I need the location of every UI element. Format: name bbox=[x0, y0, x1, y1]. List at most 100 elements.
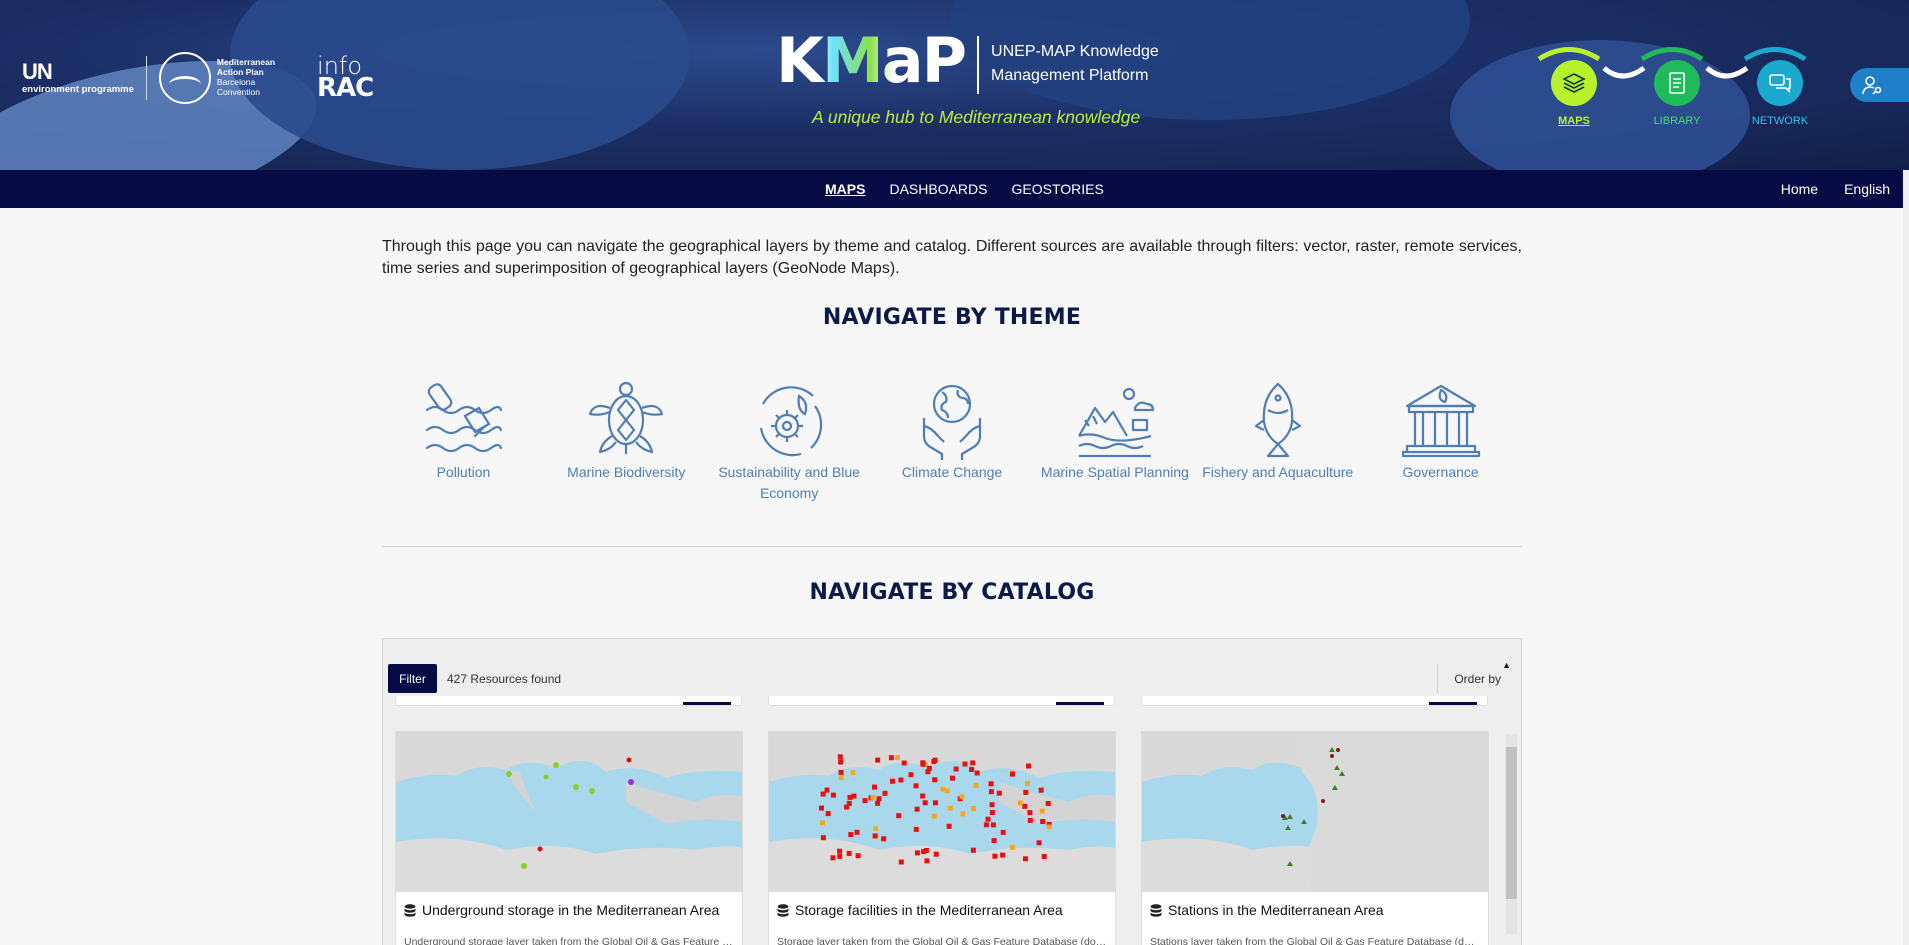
map-marker bbox=[988, 789, 994, 795]
portal-maps-label: MAPS bbox=[1558, 115, 1590, 127]
theme-label: Sustainability and Blue Economy bbox=[718, 464, 860, 501]
map-marker bbox=[914, 850, 920, 856]
map-marker bbox=[991, 838, 997, 844]
theme-pollution[interactable]: Pollution bbox=[382, 380, 545, 504]
map-marker bbox=[1041, 854, 1047, 859]
map-marker bbox=[1040, 819, 1046, 824]
map-marker bbox=[838, 759, 844, 765]
map-marker bbox=[947, 805, 953, 811]
nav-maps[interactable]: MAPS bbox=[825, 181, 865, 197]
theme-governance[interactable]: Governance bbox=[1359, 380, 1522, 504]
map-marker bbox=[913, 826, 919, 832]
map-marker bbox=[988, 781, 994, 787]
resource-card[interactable]: Storage facilities in the Mediterranean … bbox=[768, 731, 1116, 945]
map-marker bbox=[946, 823, 952, 829]
map-marker bbox=[888, 755, 894, 761]
map-marker bbox=[1022, 803, 1028, 809]
map-thumbnail[interactable] bbox=[396, 732, 742, 892]
catalog-section-title: NAVIGATE BY CATALOG bbox=[809, 580, 1095, 605]
un-logo-top: UN bbox=[22, 59, 53, 85]
database-icon bbox=[1150, 903, 1162, 917]
resource-card[interactable]: Underground storage in the Mediterranean… bbox=[395, 731, 743, 945]
theme-label: Fishery and Aquaculture bbox=[1202, 464, 1354, 480]
nav-home[interactable]: Home bbox=[1781, 181, 1818, 197]
card-title[interactable]: Underground storage in the Mediterranean… bbox=[422, 902, 719, 918]
map-marker bbox=[901, 760, 907, 766]
map-marker bbox=[1025, 781, 1031, 787]
map-marker bbox=[1039, 808, 1045, 814]
collapse-caret-icon[interactable]: ▲ bbox=[1502, 660, 1511, 670]
fish-icon bbox=[1254, 382, 1301, 458]
catalog-scrollbar-thumb[interactable] bbox=[1506, 747, 1517, 899]
portal-library-link[interactable]: LIBRARY bbox=[1637, 60, 1717, 127]
map-marker bbox=[837, 848, 843, 854]
resource-card[interactable]: Stations in the Mediterranean Area Stati… bbox=[1141, 731, 1489, 945]
map-marker bbox=[819, 805, 824, 811]
nav-geostories[interactable]: GEOSTORIES bbox=[1011, 181, 1103, 197]
card-description: Stations layer taken from the Global Oil… bbox=[1150, 936, 1480, 945]
catalog-panel: Filter 427 Resources found Order by ▲ Un… bbox=[382, 638, 1522, 945]
main-navbar: MAPS DASHBOARDS GEOSTORIES Home English bbox=[0, 170, 1903, 208]
document-icon bbox=[1654, 60, 1700, 106]
map-preview bbox=[1142, 732, 1488, 892]
map-marker bbox=[924, 858, 930, 864]
map-marker bbox=[895, 755, 900, 760]
brand-divider bbox=[977, 36, 980, 94]
map-marker bbox=[1026, 763, 1031, 769]
catalog-toolbar: Filter 427 Resources found Order by ▲ bbox=[388, 660, 1513, 694]
map-marker bbox=[870, 794, 876, 800]
page-scrollbar[interactable] bbox=[1903, 170, 1909, 945]
database-icon bbox=[777, 903, 789, 917]
map-marker bbox=[875, 757, 881, 763]
map-marker bbox=[844, 804, 850, 810]
user-login-button[interactable] bbox=[1850, 68, 1909, 102]
map-marker bbox=[848, 832, 854, 838]
chat-icon bbox=[1757, 60, 1803, 106]
map-marker bbox=[989, 802, 995, 808]
map-barcelona-logo[interactable]: Mediterranean Action Plan Barcelona Conv… bbox=[158, 52, 275, 104]
map-marker bbox=[990, 822, 996, 828]
inforac-logo[interactable]: info RAC bbox=[317, 54, 374, 102]
map-marker bbox=[882, 790, 888, 796]
map-thumbnail[interactable] bbox=[769, 732, 1115, 892]
theme-marine-biodiversity[interactable]: Marine Biodiversity bbox=[545, 380, 708, 504]
filter-button[interactable]: Filter bbox=[388, 664, 437, 693]
map-emblem-icon bbox=[158, 52, 211, 104]
theme-marine-spatial-planning[interactable]: Marine Spatial Planning bbox=[1033, 380, 1196, 504]
theme-fishery-aquaculture[interactable]: Fishery and Aquaculture bbox=[1196, 380, 1359, 504]
portal-maps-link[interactable]: MAPS bbox=[1534, 60, 1614, 127]
map-preview bbox=[769, 732, 1115, 892]
map-marker bbox=[920, 793, 926, 799]
kmap-brand[interactable]: KMaP UNEP-MAP Knowledge Management Platf… bbox=[776, 30, 1159, 94]
theme-climate-change[interactable]: Climate Change bbox=[871, 380, 1034, 504]
map-marker bbox=[876, 796, 882, 802]
card-title[interactable]: Storage facilities in the Mediterranean … bbox=[795, 902, 1063, 918]
map-marker bbox=[825, 811, 831, 817]
previous-card-edge bbox=[1141, 696, 1488, 706]
map-marker bbox=[933, 800, 938, 806]
theme-sustainability-blue-economy[interactable]: Sustainability and Blue Economy bbox=[708, 380, 871, 504]
map-marker bbox=[1046, 824, 1052, 830]
previous-card-edge bbox=[395, 696, 742, 706]
map-marker bbox=[1023, 856, 1028, 862]
map-marker bbox=[898, 777, 904, 783]
map-marker bbox=[872, 784, 877, 790]
unep-logo[interactable]: UN environment programme bbox=[22, 61, 134, 95]
map-line-2: Action Plan bbox=[216, 67, 264, 78]
theme-label: Marine Spatial Planning bbox=[1040, 464, 1189, 480]
map-marker bbox=[820, 835, 826, 841]
user-key-icon bbox=[1862, 76, 1882, 95]
language-selector[interactable]: English bbox=[1844, 181, 1890, 197]
map-marker bbox=[1000, 829, 1006, 835]
card-title[interactable]: Stations in the Mediterranean Area bbox=[1168, 902, 1384, 918]
map-marker bbox=[1010, 771, 1015, 777]
map-marker bbox=[908, 772, 914, 778]
map-marker bbox=[996, 790, 1002, 796]
map-marker bbox=[851, 793, 857, 799]
nav-dashboards[interactable]: DASHBOARDS bbox=[889, 181, 987, 197]
previous-card-edge bbox=[768, 696, 1115, 706]
map-marker bbox=[973, 782, 979, 788]
portal-network-link[interactable]: NETWORK bbox=[1740, 60, 1820, 127]
theme-label: Pollution bbox=[436, 464, 491, 480]
map-thumbnail[interactable] bbox=[1142, 732, 1488, 892]
